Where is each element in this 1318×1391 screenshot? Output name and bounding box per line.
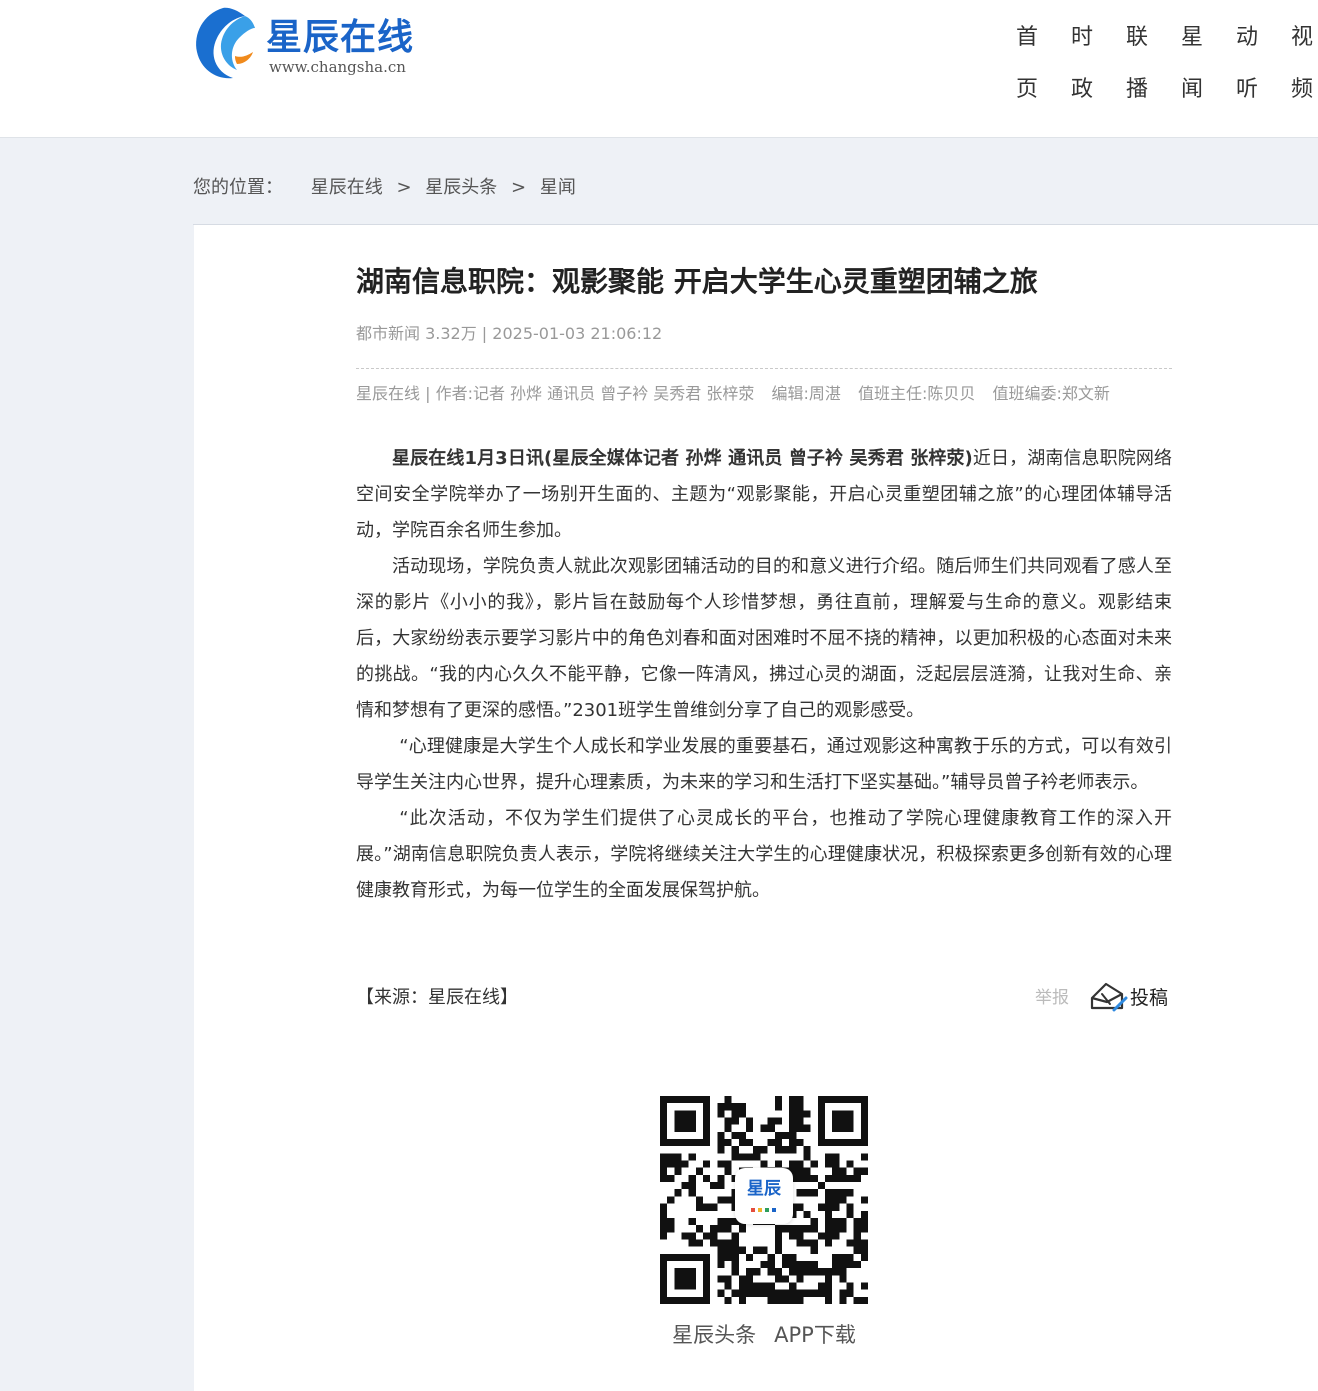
nav-char: 听 [1235,77,1258,102]
article-paragraph: “此次活动，不仅为学生们提供了心灵成长的平台，也推动了学院心理健康教育工作的深入… [356,808,1172,901]
qr-center-logo: 星辰 [735,1168,793,1224]
credit-duty-chief: 值班主任:陈贝贝 [857,384,976,403]
article-title: 湖南信息职院：观影聚能 开启大学生心灵重塑团辅之旅 [356,265,1038,298]
breadcrumb-link-star-news[interactable]: 星闻 [540,177,576,198]
article-meta: 都市新闻 3.32万 | 2025-01-03 21:06:12 [356,324,663,343]
site-header: 星辰在线 www.changsha.cn 首 页 时 政 联 播 星 闻 动 听… [0,0,1318,138]
credit-editor: 编辑:周湛 [771,384,841,403]
nav-char: 频 [1290,77,1313,102]
nav-item-audio[interactable]: 动 听 [1220,12,1274,116]
nav-char: 闻 [1180,77,1203,102]
nav-char: 首 [1015,25,1038,50]
logo-name: 星辰在线 [266,17,415,58]
breadcrumb-separator: > [396,177,412,198]
app-download-caption[interactable]: 星辰头条 APP下载 [600,1320,928,1350]
report-link[interactable]: 举报 [1035,983,1069,1013]
submit-label: 投稿 [1130,987,1169,1009]
breadcrumb: 您的位置： 星辰在线 > 星辰头条 > 星闻 [193,172,576,204]
nav-char: 动 [1235,25,1258,50]
nav-char: 视 [1290,25,1313,50]
lead-dateline: 星辰在线1月3日讯(星辰全媒体记者 孙烨 通讯员 曾子衿 吴秀君 张梓荥) [392,448,973,469]
breadcrumb-link-headlines[interactable]: 星辰头条 [425,177,497,198]
caption-app-name: 星辰头条 [672,1323,757,1347]
nav-item-politics[interactable]: 时 政 [1055,12,1109,116]
credit-source-author: 星辰在线 | 作者:记者 孙烨 通讯员 曾子衿 吴秀君 张梓荥 [356,384,755,403]
article-paragraph: 活动现场，学院负责人就此次观影团辅活动的目的和意义进行介绍。随后师生们共同观看了… [356,556,1172,721]
site-logo[interactable]: 星辰在线 www.changsha.cn [193,6,453,82]
nav-char: 联 [1125,25,1148,50]
main-nav: 首 页 时 政 联 播 星 闻 动 听 视 频 [1000,12,1318,124]
logo-url: www.changsha.cn [269,58,406,76]
breadcrumb-link-home[interactable]: 星辰在线 [311,177,383,198]
article-credits: 星辰在线 | 作者:记者 孙烨 通讯员 曾子衿 吴秀君 张梓荥 编辑:周湛 值班… [356,381,1172,407]
caption-download: APP下载 [774,1323,856,1347]
badge-dots-icon [751,1208,776,1212]
nav-item-home[interactable]: 首 页 [1000,12,1054,116]
nav-char: 政 [1070,77,1093,102]
article-paragraph: 星辰在线1月3日讯(星辰全媒体记者 孙烨 通讯员 曾子衿 吴秀君 张梓荥)近日，… [356,441,1172,549]
logo-mark-icon [196,7,255,79]
meta-divider [356,368,1172,369]
nav-char: 页 [1015,77,1038,102]
article-source: 【来源：星辰在线】 [356,987,518,1008]
nav-char: 时 [1070,25,1093,50]
nav-item-broadcast[interactable]: 联 播 [1110,12,1164,116]
article-body: 星辰在线1月3日讯(星辰全媒体记者 孙烨 通讯员 曾子衿 吴秀君 张梓荥)近日，… [356,441,1172,909]
article-paragraph: “心理健康是大学生个人成长和学业发展的重要基石，通过观影这种寓教于乐的方式，可以… [356,736,1172,793]
qr-badge-text: 星辰 [747,1179,781,1199]
envelope-pen-icon [1090,982,1128,1012]
nav-char: 星 [1180,25,1203,50]
breadcrumb-label: 您的位置： [193,177,283,198]
nav-item-video[interactable]: 视 频 [1275,12,1318,116]
credit-duty-editor: 值班编委:郑文新 [992,384,1110,403]
breadcrumb-separator: > [511,177,527,198]
nav-char: 播 [1125,77,1148,102]
nav-item-star-news[interactable]: 星 闻 [1165,12,1219,116]
